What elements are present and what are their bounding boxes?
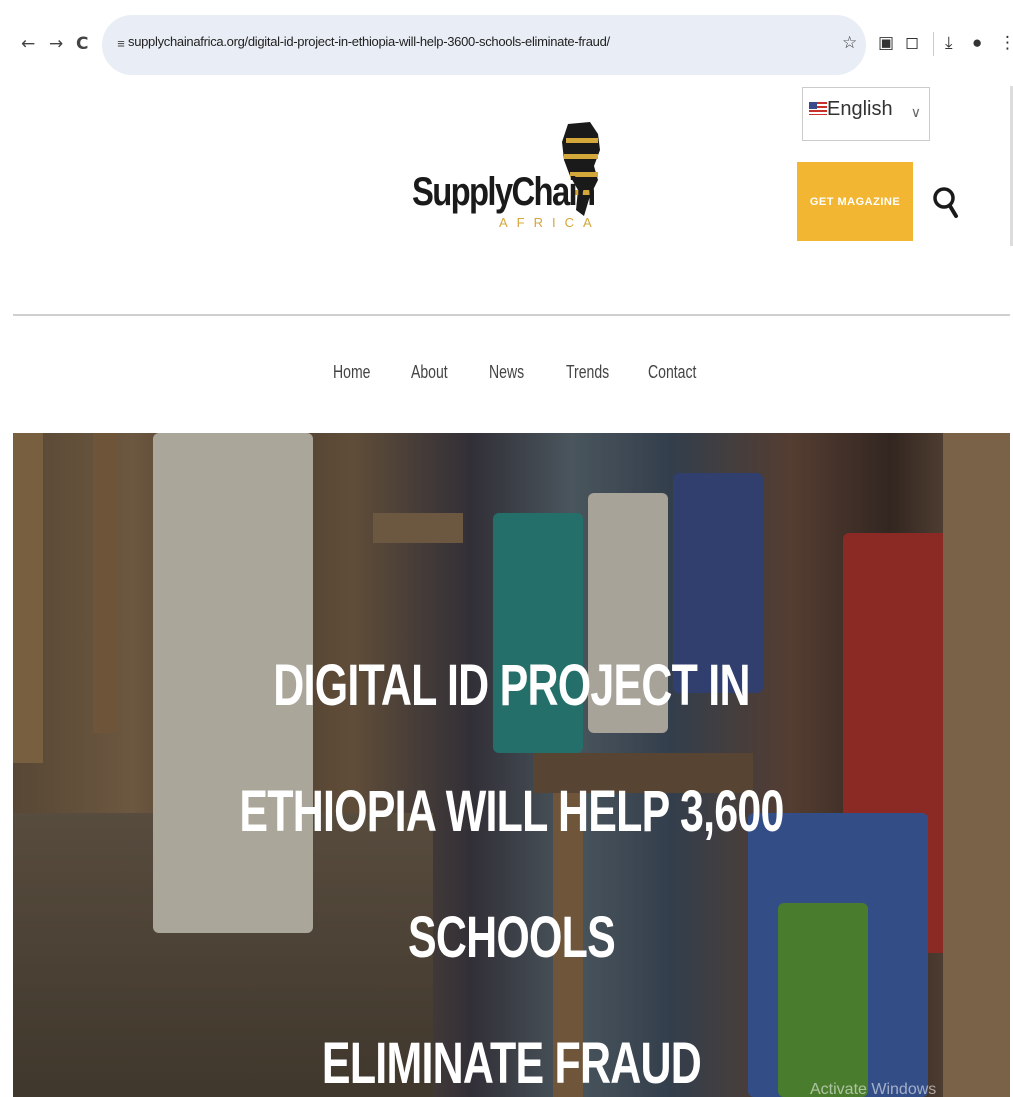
us-flag-icon bbox=[809, 102, 827, 115]
puzzle-icon[interactable]: ◻ bbox=[905, 32, 919, 54]
article-title-line-2: ELIMINATE FRAUD bbox=[321, 1031, 702, 1096]
back-icon[interactable]: ← bbox=[21, 34, 35, 54]
get-magazine-button[interactable]: GET MAGAZINE bbox=[797, 162, 913, 241]
browser-toolbar: ← → C ≡ supplychainafrica.org/digital-id… bbox=[0, 0, 1013, 86]
bookmark-star-icon[interactable]: ☆ bbox=[842, 32, 857, 54]
activate-windows-watermark: Activate Windows bbox=[810, 1081, 937, 1097]
profile-avatar-icon[interactable]: ● bbox=[972, 32, 982, 54]
toolbar-divider bbox=[933, 32, 934, 56]
download-icon[interactable]: ⤓ bbox=[945, 32, 953, 54]
chevron-down-icon: ∨ bbox=[910, 104, 921, 120]
header-divider bbox=[13, 314, 1010, 316]
browser-menu-icon[interactable]: ⋮ bbox=[999, 32, 1013, 54]
address-bar[interactable]: ≡ supplychainafrica.org/digital-id-proje… bbox=[102, 15, 866, 75]
search-icon[interactable] bbox=[932, 183, 960, 221]
logo-subtitle: AFRICA bbox=[499, 215, 601, 230]
article-title: DIGITAL ID PROJECT IN ETHIOPIA WILL HELP… bbox=[187, 623, 836, 1097]
url-text[interactable]: supplychainafrica.org/digital-id-project… bbox=[128, 34, 610, 49]
hero-image: DIGITAL ID PROJECT IN ETHIOPIA WILL HELP… bbox=[13, 433, 1010, 1097]
logo-wordmark: SupplyChain bbox=[412, 170, 596, 214]
article-title-line-1: DIGITAL ID PROJECT IN ETHIOPIA WILL HELP… bbox=[239, 653, 784, 970]
nav-item-news[interactable]: News bbox=[489, 362, 524, 383]
reload-icon[interactable]: C bbox=[76, 34, 88, 54]
forward-icon[interactable]: → bbox=[49, 34, 63, 54]
site-logo[interactable]: SupplyChain AFRICA bbox=[412, 120, 608, 232]
nav-item-about[interactable]: About bbox=[411, 362, 448, 383]
language-label: English bbox=[827, 98, 893, 120]
nav-item-trends[interactable]: Trends bbox=[566, 362, 609, 383]
nav-item-contact[interactable]: Contact bbox=[648, 362, 696, 383]
extension-icon[interactable]: ▣ bbox=[878, 32, 894, 54]
nav-item-home[interactable]: Home bbox=[333, 362, 370, 383]
language-select[interactable]: English ∨ bbox=[802, 87, 930, 141]
